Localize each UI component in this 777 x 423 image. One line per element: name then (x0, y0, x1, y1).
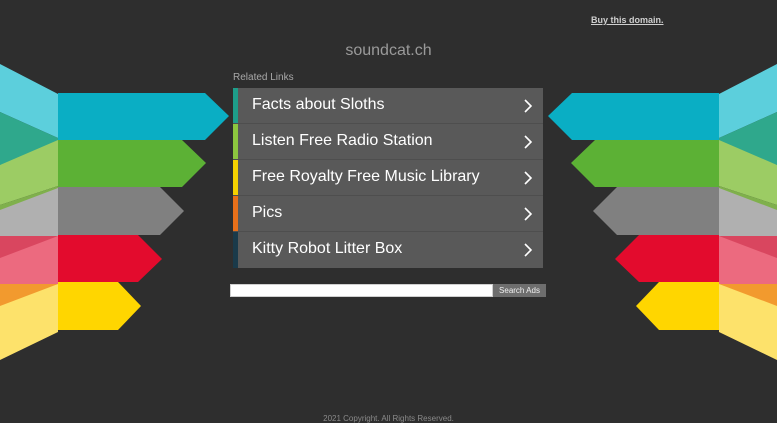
copyright-footer: 2021 Copyright. All Rights Reserved. (323, 414, 454, 423)
related-links-list: Facts about Sloths Listen Free Radio Sta… (233, 88, 543, 268)
search-input[interactable] (230, 284, 493, 297)
accent-bar (233, 160, 238, 195)
accent-bar (233, 88, 238, 123)
domain-title: soundcat.ch (345, 42, 432, 59)
related-link-label: Free Royalty Free Music Library (252, 168, 480, 185)
accent-bar (233, 196, 238, 231)
related-link-label: Facts about Sloths (252, 96, 385, 113)
related-links-heading: Related Links (233, 72, 294, 83)
chevron-right-icon (524, 207, 533, 221)
related-link-kitty-robot-litter-box[interactable]: Kitty Robot Litter Box (233, 232, 543, 268)
chevron-right-icon (524, 135, 533, 149)
related-link-pics[interactable]: Pics (233, 196, 543, 232)
related-link-label: Listen Free Radio Station (252, 132, 433, 149)
related-link-free-royalty-free-music-library[interactable]: Free Royalty Free Music Library (233, 160, 543, 196)
chevron-right-icon (524, 99, 533, 113)
search-ads-button[interactable]: Search Ads (493, 284, 546, 297)
chevron-right-icon (524, 171, 533, 185)
search-form: Search Ads (230, 284, 546, 297)
buy-domain-link[interactable]: Buy this domain. (591, 15, 664, 25)
related-link-label: Kitty Robot Litter Box (252, 240, 403, 257)
related-link-listen-free-radio-station[interactable]: Listen Free Radio Station (233, 124, 543, 160)
related-link-label: Pics (252, 204, 283, 221)
accent-bar (233, 124, 238, 159)
related-link-facts-about-sloths[interactable]: Facts about Sloths (233, 88, 543, 124)
accent-bar (233, 232, 238, 268)
chevron-right-icon (524, 243, 533, 257)
